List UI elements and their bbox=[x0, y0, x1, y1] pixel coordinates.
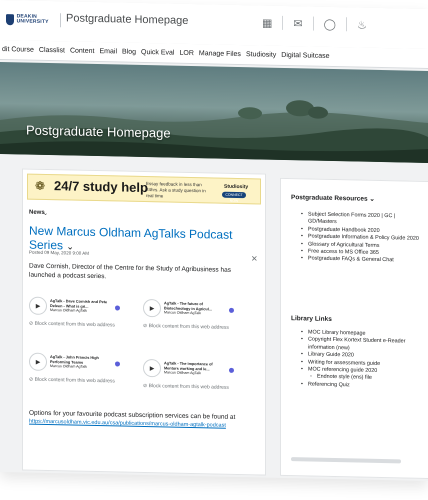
resource-link[interactable]: Postgraduate FAQs & General Chat bbox=[301, 256, 423, 266]
podcast-title: AgTalk - John Francis High Performing Te… bbox=[50, 355, 99, 365]
podcast-title: AgTalk - The future of Biotechnology in … bbox=[164, 301, 212, 312]
org-title[interactable]: Postgraduate Homepage bbox=[66, 12, 188, 27]
podcast-options: Options for your favourite podcast subsc… bbox=[29, 410, 261, 431]
nav-digital-suitcase[interactable]: Digital Suitcase bbox=[281, 52, 329, 60]
podcast-link[interactable]: https://marcusoldham.vic.edu.au/csa/publ… bbox=[29, 419, 226, 429]
banner-title: Postgraduate Homepage bbox=[26, 122, 171, 141]
block-content-text: Block content from this web address bbox=[148, 323, 229, 331]
promo-title: 24/7 study help bbox=[54, 178, 148, 196]
resources-heading[interactable]: Postgraduate Resources ⌄ bbox=[291, 193, 375, 203]
grid-icon[interactable]: ▦ bbox=[262, 16, 272, 29]
browser-screen: DEAKIN UNIVERSITY Postgraduate Homepage … bbox=[0, 0, 428, 481]
podcast-author: Marcus Oldham AgTalk bbox=[50, 364, 87, 370]
connect-now-button[interactable]: CONNECT NOW bbox=[222, 191, 246, 203]
crest-icon bbox=[6, 13, 14, 25]
library-list: MOC Library homepage Copyright Flex Kort… bbox=[301, 329, 423, 391]
podcast-title: AgTalk - Dave Cornish and Pete Deleen - … bbox=[50, 299, 108, 309]
block-content-note[interactable]: ⊘ Block content from this web address bbox=[29, 321, 127, 329]
news-date: Posted 09 May, 2020 9:00 AM bbox=[29, 249, 89, 256]
block-content-text: Block content from this web address bbox=[34, 320, 115, 329]
header-separator bbox=[60, 13, 61, 28]
nav-blog[interactable]: Blog bbox=[122, 49, 136, 56]
podcast-card[interactable]: ▶ AgTalk - The importance of Mentors wor… bbox=[143, 356, 241, 382]
nav-studiosity[interactable]: Studiosity bbox=[246, 51, 276, 59]
podcast-title: AgTalk - The importance of Mentors worki… bbox=[164, 361, 213, 372]
mail-icon[interactable]: ✉ bbox=[293, 17, 302, 30]
podcast-logo-icon bbox=[115, 304, 120, 311]
podcast-author: Marcus Oldham AgTalk bbox=[50, 308, 87, 314]
news-heading-text[interactable]: New Marcus Oldham AgTalks Podcast Series bbox=[29, 224, 232, 253]
play-icon[interactable]: ▶ bbox=[143, 298, 161, 318]
block-content-note[interactable]: ⊘ Block content from this web address bbox=[29, 377, 127, 385]
resources-heading-text: Postgraduate Resources bbox=[291, 194, 368, 203]
nav-content[interactable]: Content bbox=[70, 47, 95, 55]
podcast-embed: ▶ AgTalk - Dave Cornish and Pete Deleen … bbox=[29, 294, 127, 329]
nav-email[interactable]: Email bbox=[100, 48, 118, 55]
sidebar-column: Postgraduate Resources ⌄ Subject Selecti… bbox=[280, 177, 428, 480]
podcast-text: AgTalk - John Francis High Performing Te… bbox=[50, 355, 112, 370]
close-icon[interactable]: ✕ bbox=[251, 254, 258, 263]
podcast-logo-icon bbox=[115, 360, 120, 367]
podcast-card[interactable]: ▶ AgTalk - Dave Cornish and Pete Deleen … bbox=[29, 294, 127, 320]
podcast-logo-icon bbox=[229, 367, 234, 373]
logo-wordmark: DEAKIN UNIVERSITY bbox=[16, 13, 49, 26]
podcast-card[interactable]: ▶ AgTalk - John Francis High Performing … bbox=[29, 350, 127, 376]
bell-icon[interactable]: ♨ bbox=[357, 18, 367, 31]
nav-classlist[interactable]: Classlist bbox=[39, 47, 65, 55]
header-divider bbox=[282, 15, 284, 30]
play-icon[interactable]: ▶ bbox=[29, 296, 47, 315]
nav-edit-course[interactable]: dit Course bbox=[2, 46, 34, 54]
header-divider bbox=[345, 17, 347, 32]
next-widget-heading-placeholder bbox=[291, 457, 401, 464]
studiosity-promo[interactable]: ❁ 24/7 study help Essay feedback in less… bbox=[27, 173, 261, 205]
news-body: Dave Cornish, Director of the Centre for… bbox=[29, 262, 231, 281]
podcast-text: AgTalk - The importance of Mentors worki… bbox=[164, 362, 226, 377]
studiosity-logo-icon: ❁ bbox=[35, 178, 46, 193]
promo-subtitle: Essay feedback in less than 24hrs. Ask a… bbox=[146, 181, 206, 199]
play-icon[interactable]: ▶ bbox=[143, 358, 161, 378]
main-column: ❁ 24/7 study help Essay feedback in less… bbox=[22, 168, 266, 476]
podcast-logo-icon bbox=[229, 307, 234, 313]
podcast-embed: ▶ AgTalk - John Francis High Performing … bbox=[29, 350, 127, 385]
block-content-note[interactable]: ⊘ Block content from this web address bbox=[143, 323, 241, 331]
header-icons: ▦ ✉ ◯ ♨ bbox=[262, 15, 367, 32]
university-logo[interactable]: DEAKIN UNIVERSITY bbox=[6, 13, 54, 26]
nav-quick-eval[interactable]: Quick Eval bbox=[141, 49, 174, 57]
chat-icon[interactable]: ◯ bbox=[324, 17, 336, 30]
photo-scene: DEAKIN UNIVERSITY Postgraduate Homepage … bbox=[0, 0, 428, 500]
block-content-text: Block content from this web address bbox=[34, 376, 115, 385]
chevron-down-icon[interactable]: ⌄ bbox=[369, 196, 374, 203]
block-content-note[interactable]: ⊘ Block content from this web address bbox=[143, 383, 241, 391]
nav-lor[interactable]: LOR bbox=[180, 50, 194, 57]
podcast-text: AgTalk - Dave Cornish and Pete Deleen - … bbox=[50, 299, 112, 314]
podcast-text: AgTalk - The future of Biotechnology in … bbox=[164, 302, 226, 317]
podcast-embed: ▶ AgTalk - The future of Biotechnology i… bbox=[143, 296, 241, 331]
podcast-embed: ▶ AgTalk - The importance of Mentors wor… bbox=[143, 356, 241, 391]
header-divider bbox=[312, 16, 314, 31]
block-content-text: Block content from this web address bbox=[148, 383, 229, 391]
promo-brand: Studiosity bbox=[224, 183, 249, 191]
podcast-card[interactable]: ▶ AgTalk - The future of Biotechnology i… bbox=[143, 296, 241, 322]
podcast-author: Marcus Oldham AgTalk bbox=[164, 310, 201, 316]
resources-list: Subject Selection Forms 2020 | GC | GD/M… bbox=[301, 211, 423, 265]
library-link[interactable]: Referencing Quiz bbox=[301, 381, 423, 391]
nav-manage-files[interactable]: Manage Files bbox=[199, 50, 241, 58]
landscape-image bbox=[0, 100, 428, 163]
library-links-heading: Library Links bbox=[291, 315, 332, 323]
podcast-author: Marcus Oldham AgTalk bbox=[164, 370, 201, 376]
chevron-down-icon[interactable]: ⌄ bbox=[43, 210, 48, 217]
play-icon[interactable]: ▶ bbox=[29, 352, 47, 371]
homepage-banner: Postgraduate Homepage bbox=[0, 62, 428, 163]
